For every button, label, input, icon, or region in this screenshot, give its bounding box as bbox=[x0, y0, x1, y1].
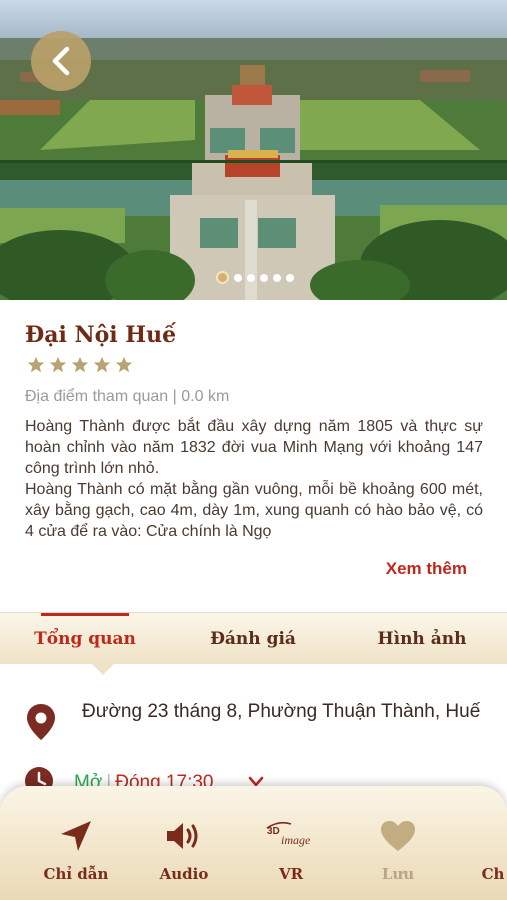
place-title: Đại Nội Huế bbox=[25, 322, 177, 348]
back-button[interactable] bbox=[31, 31, 91, 91]
directions-label: Chỉ dẫn bbox=[43, 865, 109, 883]
chevron-left-icon bbox=[52, 46, 70, 76]
hero-photo[interactable] bbox=[0, 0, 507, 300]
pagination-dot[interactable] bbox=[234, 273, 242, 282]
audio-button[interactable]: Audio bbox=[134, 786, 234, 900]
star-icon bbox=[71, 356, 89, 373]
read-more-link[interactable]: Xem thêm bbox=[386, 559, 467, 579]
bottom-action-bar: Chỉ dẫn Audio 3D image VR Lưu Ch bbox=[0, 786, 507, 900]
pagination-dot[interactable] bbox=[286, 273, 294, 282]
separator: | bbox=[172, 388, 182, 405]
share-button[interactable]: Ch bbox=[443, 786, 507, 900]
icon-wrap: 3D image bbox=[241, 816, 341, 856]
navigation-arrow-icon bbox=[61, 821, 91, 851]
pagination-dot[interactable] bbox=[216, 271, 229, 284]
share-label: Ch bbox=[481, 865, 505, 883]
speaker-icon bbox=[167, 823, 198, 849]
tab-photos[interactable]: Hình ảnh bbox=[357, 613, 487, 665]
category-label: Địa điểm tham quan bbox=[25, 388, 169, 405]
pagination-dot[interactable] bbox=[247, 273, 255, 282]
rating-stars bbox=[27, 356, 133, 374]
description-paragraph: Hoàng Thành được bắt đầu xây dựng năm 18… bbox=[25, 418, 483, 477]
share-icon bbox=[473, 821, 507, 851]
audio-label: Audio bbox=[159, 865, 209, 883]
heart-icon bbox=[381, 821, 415, 851]
tab-reviews[interactable]: Đánh giá bbox=[188, 613, 318, 665]
icon-wrap bbox=[348, 816, 448, 856]
pagination-dot[interactable] bbox=[260, 273, 268, 282]
tab-overview[interactable]: Tổng quan bbox=[20, 613, 150, 665]
gallery-pagination[interactable] bbox=[216, 271, 294, 284]
location-pin-icon bbox=[27, 704, 55, 740]
icon-wrap bbox=[26, 816, 126, 856]
category-line: Địa điểm tham quan | 0.0 km bbox=[25, 388, 229, 406]
pagination-dot[interactable] bbox=[273, 273, 281, 282]
vr-label: VR bbox=[278, 865, 304, 883]
distance-label: 0.0 km bbox=[181, 388, 230, 405]
vr-button[interactable]: 3D image VR bbox=[241, 786, 341, 900]
3d-image-icon: 3D image bbox=[266, 821, 311, 847]
star-icon bbox=[49, 356, 67, 373]
svg-text:3D: 3D bbox=[267, 826, 280, 837]
icon-wrap bbox=[134, 816, 234, 856]
save-button[interactable]: Lưu bbox=[348, 786, 448, 900]
directions-button[interactable]: Chỉ dẫn bbox=[26, 786, 126, 900]
star-icon bbox=[27, 356, 45, 373]
svg-text:image: image bbox=[281, 833, 311, 847]
description: Hoàng Thành được bắt đầu xây dựng năm 18… bbox=[25, 416, 483, 540]
address-text[interactable]: Đường 23 tháng 8, Phường Thuận Thành, Hu… bbox=[82, 700, 482, 723]
description-paragraph: Hoàng Thành có mặt bằng gần vuông, mỗi b… bbox=[25, 481, 483, 540]
tab-pointer bbox=[92, 664, 114, 675]
star-icon bbox=[115, 356, 133, 373]
tab-bar: Tổng quan Đánh giá Hình ảnh bbox=[0, 612, 507, 664]
star-icon bbox=[93, 356, 111, 373]
save-label: Lưu bbox=[381, 865, 415, 883]
icon-wrap bbox=[443, 816, 507, 856]
